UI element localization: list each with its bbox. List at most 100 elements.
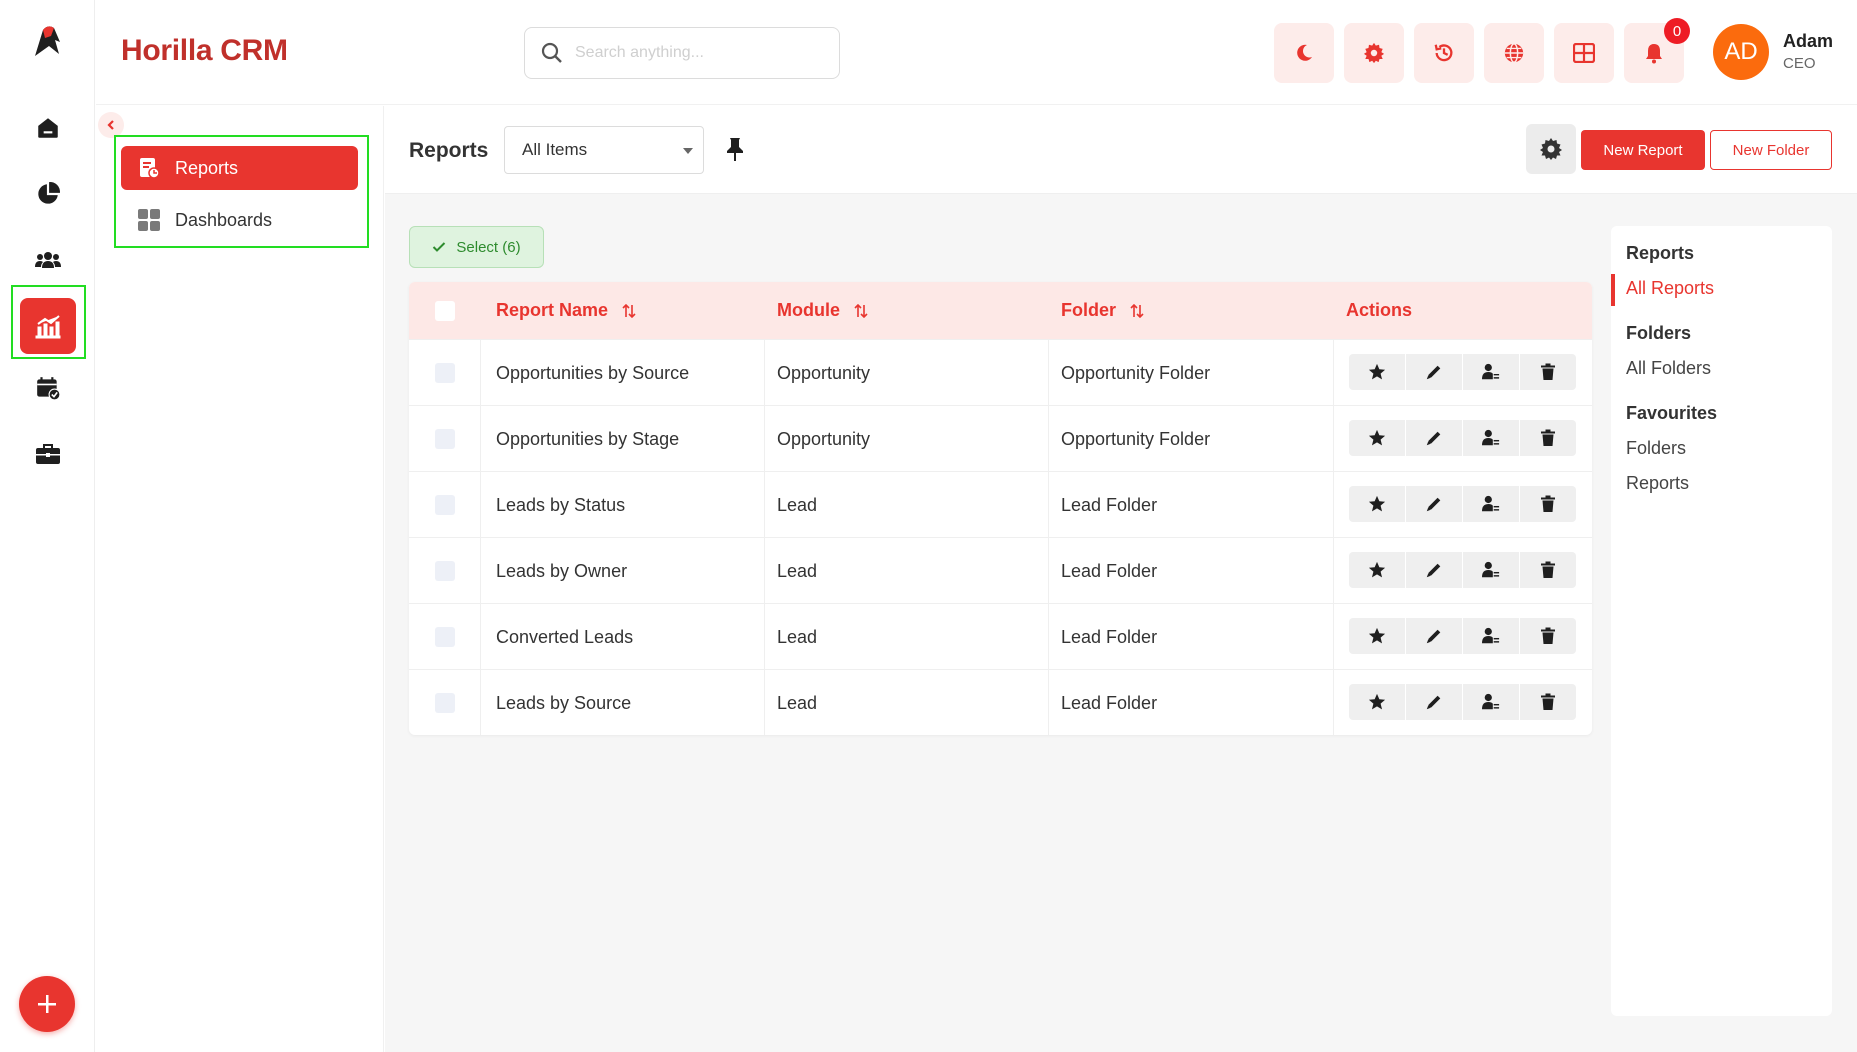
delete-button[interactable]: [1520, 420, 1576, 456]
share-button[interactable]: [1463, 420, 1520, 456]
sort-icon[interactable]: [622, 303, 636, 318]
edit-button[interactable]: [1406, 420, 1463, 456]
panel-link-favourite-folders[interactable]: Folders: [1626, 438, 1686, 459]
cell-divider: [480, 406, 481, 472]
share-button[interactable]: [1463, 354, 1520, 390]
theme-toggle-button[interactable]: [1274, 23, 1334, 83]
edit-button[interactable]: [1406, 486, 1463, 522]
briefcase-icon: [34, 442, 62, 466]
apps-button[interactable]: [1554, 23, 1614, 83]
gear-icon: [1363, 42, 1385, 64]
pencil-icon: [1425, 627, 1443, 645]
column-header-report-name[interactable]: Report Name: [496, 282, 636, 339]
select-all-checkbox[interactable]: [435, 301, 455, 321]
view-filter-select[interactable]: All Items: [504, 126, 704, 174]
trash-icon: [1540, 495, 1556, 513]
cell-report-name[interactable]: Opportunities by Stage: [496, 406, 679, 472]
edit-button[interactable]: [1406, 552, 1463, 588]
avatar[interactable]: AD: [1713, 24, 1769, 80]
sort-icon[interactable]: [854, 303, 868, 318]
row-checkbox[interactable]: [435, 627, 455, 647]
quick-create-button[interactable]: [19, 976, 75, 1032]
star-icon: [1368, 363, 1386, 381]
app-logo-icon[interactable]: [29, 22, 67, 60]
delete-button[interactable]: [1520, 486, 1576, 522]
panel-link-all-reports[interactable]: All Reports: [1626, 278, 1714, 299]
pencil-icon: [1425, 495, 1443, 513]
cell-folder: Lead Folder: [1061, 560, 1158, 581]
rail-calendar-button[interactable]: [24, 364, 72, 412]
subnav-item-dashboards[interactable]: Dashboards: [121, 198, 358, 242]
language-button[interactable]: [1484, 23, 1544, 83]
delete-button[interactable]: [1520, 552, 1576, 588]
rail-contacts-button[interactable]: [24, 236, 72, 284]
share-button[interactable]: [1463, 486, 1520, 522]
share-button[interactable]: [1463, 684, 1520, 720]
cell-divider: [480, 604, 481, 670]
report-file-icon: [137, 156, 161, 180]
sort-icon[interactable]: [1130, 303, 1144, 318]
home-icon: [35, 115, 61, 141]
column-header-module[interactable]: Module: [777, 282, 868, 339]
rail-analytics-button[interactable]: [24, 170, 72, 218]
edit-button[interactable]: [1406, 618, 1463, 654]
row-checkbox[interactable]: [435, 495, 455, 515]
favourite-button[interactable]: [1349, 552, 1406, 588]
share-button[interactable]: [1463, 618, 1520, 654]
delete-button[interactable]: [1520, 354, 1576, 390]
row-checkbox[interactable]: [435, 363, 455, 383]
column-header-folder[interactable]: Folder: [1061, 282, 1144, 339]
report-filter-panel: [1611, 226, 1832, 1016]
panel-link-favourite-reports[interactable]: Reports: [1626, 473, 1689, 494]
settings-button[interactable]: [1344, 23, 1404, 83]
table-row[interactable]: Opportunities by Stage Opportunity Opportu…: [409, 405, 1592, 472]
globe-icon: [1503, 42, 1525, 64]
edit-button[interactable]: [1406, 684, 1463, 720]
share-button[interactable]: [1463, 552, 1520, 588]
table-settings-button[interactable]: [1526, 124, 1576, 174]
rail-home-button[interactable]: [24, 104, 72, 152]
history-button[interactable]: [1414, 23, 1474, 83]
favourite-button[interactable]: [1349, 420, 1406, 456]
column-label: Folder: [1061, 300, 1117, 320]
user-name[interactable]: Adam: [1783, 31, 1833, 52]
pin-view-button[interactable]: [724, 136, 746, 162]
row-checkbox[interactable]: [435, 561, 455, 581]
row-checkbox[interactable]: [435, 429, 455, 449]
cell-divider: [764, 538, 765, 604]
table-row[interactable]: Converted Leads Lead Lead Folder: [409, 603, 1592, 670]
rail-projects-button[interactable]: [24, 430, 72, 478]
favourite-button[interactable]: [1349, 486, 1406, 522]
users-icon: [34, 247, 62, 273]
rail-reports-button[interactable]: [20, 298, 76, 354]
table-row[interactable]: Leads by Owner Lead Lead Folder: [409, 537, 1592, 604]
cell-report-name[interactable]: Converted Leads: [496, 604, 633, 670]
cell-folder: Opportunity Folder: [1061, 362, 1211, 383]
pencil-icon: [1425, 429, 1443, 447]
brand-title[interactable]: Horilla CRM: [121, 34, 288, 68]
delete-button[interactable]: [1520, 684, 1576, 720]
cell-report-name[interactable]: Leads by Source: [496, 670, 631, 735]
cell-report-name[interactable]: Opportunities by Source: [496, 340, 689, 406]
favourite-button[interactable]: [1349, 354, 1406, 390]
panel-link-all-folders[interactable]: All Folders: [1626, 358, 1711, 379]
view-filter-value: All Items: [522, 140, 588, 159]
search-input[interactable]: [575, 44, 815, 62]
new-folder-button[interactable]: New Folder: [1710, 130, 1832, 170]
table-row[interactable]: Leads by Status Lead Lead Folder: [409, 471, 1592, 538]
delete-button[interactable]: [1520, 618, 1576, 654]
new-report-button[interactable]: New Report: [1581, 130, 1705, 170]
table-row[interactable]: Opportunities by Source Opportunity Opport…: [409, 339, 1592, 406]
global-search[interactable]: [524, 27, 840, 79]
cell-divider: [1048, 406, 1049, 472]
cell-report-name[interactable]: Leads by Owner: [496, 538, 627, 604]
favourite-button[interactable]: [1349, 684, 1406, 720]
row-checkbox[interactable]: [435, 693, 455, 713]
favourite-button[interactable]: [1349, 618, 1406, 654]
bulk-select-button[interactable]: Select (6): [409, 226, 544, 268]
row-actions: [1349, 552, 1576, 588]
subnav-item-reports[interactable]: Reports: [121, 146, 358, 190]
cell-report-name[interactable]: Leads by Status: [496, 472, 625, 538]
edit-button[interactable]: [1406, 354, 1463, 390]
table-row[interactable]: Leads by Source Lead Lead Folder: [409, 669, 1592, 735]
